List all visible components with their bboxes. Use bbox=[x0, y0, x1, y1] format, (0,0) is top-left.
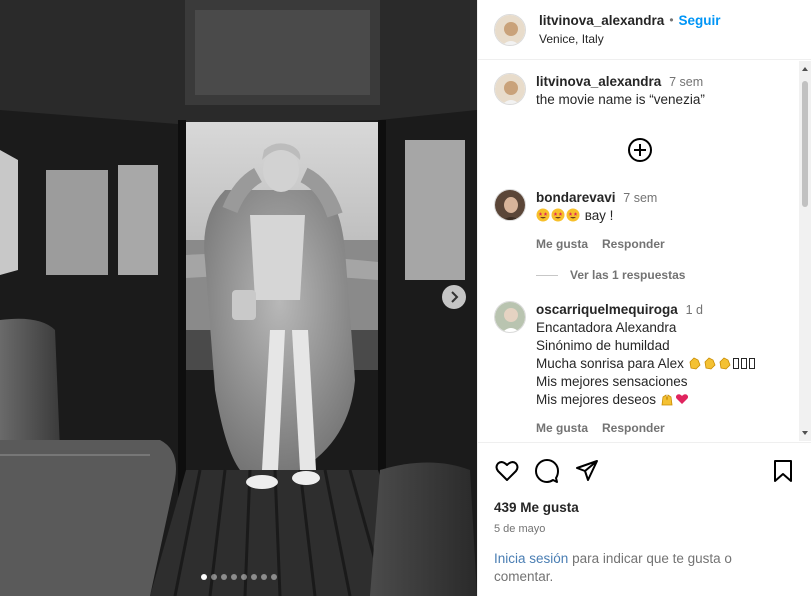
heart-icon[interactable] bbox=[494, 458, 520, 484]
follow-button[interactable]: Seguir bbox=[679, 12, 721, 29]
comment-time: 1 d bbox=[685, 303, 703, 317]
raising-hands-emoji bbox=[661, 394, 673, 406]
share-icon[interactable] bbox=[574, 458, 600, 484]
action-bar bbox=[494, 457, 796, 485]
caption-username[interactable]: litvinova_alexandra bbox=[536, 74, 661, 89]
comment-line: Encantadora Alexandra bbox=[536, 320, 677, 335]
reply-button[interactable]: Responder bbox=[602, 419, 665, 437]
carousel-dot bbox=[250, 574, 257, 580]
missing-glyph-box bbox=[732, 358, 739, 369]
avatar[interactable] bbox=[494, 189, 526, 221]
carousel-dot bbox=[200, 574, 207, 580]
comments-list[interactable]: litvinova_alexandra 7 sem the movie name… bbox=[478, 61, 811, 441]
bookmark-icon[interactable] bbox=[770, 458, 796, 484]
carousel-dot bbox=[240, 574, 247, 580]
avatar[interactable] bbox=[494, 73, 526, 105]
scroll-down-arrow[interactable] bbox=[802, 431, 808, 435]
comment-icon[interactable] bbox=[534, 458, 560, 484]
view-replies-label: Ver las 1 respuestas bbox=[570, 268, 686, 282]
avatar[interactable] bbox=[494, 13, 526, 46]
star-struck-emoji bbox=[536, 208, 550, 222]
view-replies-button[interactable]: Ver las 1 respuestas bbox=[536, 268, 685, 282]
star-struck-emoji bbox=[566, 208, 580, 222]
comment-line-with-emoji: Mucha sonrisa para Alex bbox=[536, 355, 757, 373]
separator: • bbox=[669, 12, 674, 27]
plus-circle-icon[interactable] bbox=[627, 137, 653, 163]
clapping-hands-emoji bbox=[719, 357, 731, 370]
carousel-dot bbox=[270, 574, 277, 580]
comment-line: Mis mejores sensaciones bbox=[536, 374, 688, 389]
avatar[interactable] bbox=[494, 301, 526, 333]
star-struck-emoji bbox=[551, 208, 565, 222]
carousel-dot bbox=[230, 574, 237, 580]
scroll-up-arrow[interactable] bbox=[802, 67, 808, 71]
post-photo[interactable] bbox=[0, 0, 477, 596]
comment-line: Sinónimo de humildad bbox=[536, 338, 670, 353]
comment-line: Mucha sonrisa para Alex bbox=[536, 356, 684, 371]
caption-text: the movie name is “venezia” bbox=[536, 92, 705, 107]
comment-line-with-emoji: Mis mejores deseos bbox=[536, 391, 757, 409]
missing-glyph-box bbox=[740, 358, 747, 369]
chevron-right-icon bbox=[451, 291, 459, 303]
author-username[interactable]: litvinova_alexandra bbox=[539, 12, 664, 29]
post-side-panel: litvinova_alexandra • Seguir Venice, Ita… bbox=[477, 0, 811, 596]
comment-text-body: вау ! bbox=[584, 208, 614, 223]
login-link[interactable]: Inicia sesión bbox=[494, 551, 568, 566]
photo-scene bbox=[0, 0, 477, 596]
missing-glyph-box bbox=[748, 358, 755, 369]
like-comment-button[interactable]: Me gusta bbox=[536, 235, 588, 253]
comment-text: вау ! bbox=[536, 207, 665, 225]
post-header: litvinova_alexandra • Seguir Venice, Ita… bbox=[478, 0, 811, 60]
caption: litvinova_alexandra 7 sem the movie name… bbox=[494, 73, 794, 109]
comment-item: bondarevavi 7 sem вау ! Me gusta Respond… bbox=[494, 189, 794, 253]
comment-line: Mis mejores deseos bbox=[536, 392, 657, 407]
divider bbox=[536, 274, 558, 276]
red-heart-emoji bbox=[675, 394, 688, 404]
likes-count[interactable]: 439 Me gusta bbox=[494, 500, 796, 515]
comments-scrollbar[interactable] bbox=[799, 61, 811, 441]
comment-username[interactable]: oscarriquelmequiroga bbox=[536, 302, 678, 317]
location-link[interactable]: Venice, Italy bbox=[539, 31, 721, 48]
comment-item: oscarriquelmequiroga 1 d Encantadora Ale… bbox=[494, 301, 794, 437]
carousel-dot bbox=[210, 574, 217, 580]
next-photo-button[interactable] bbox=[442, 285, 466, 309]
emoji-group bbox=[536, 208, 581, 223]
post-footer: 439 Me gusta 5 de mayo bbox=[478, 442, 811, 535]
login-prompt: Inicia sesión para indicar que te gusta … bbox=[494, 550, 794, 586]
scroll-thumb[interactable] bbox=[802, 81, 808, 207]
carousel-dot bbox=[220, 574, 227, 580]
clapping-hands-emoji bbox=[689, 357, 701, 370]
post-date[interactable]: 5 de mayo bbox=[494, 523, 796, 535]
caption-time: 7 sem bbox=[669, 75, 704, 89]
carousel-indicator bbox=[0, 574, 477, 580]
like-comment-button[interactable]: Me gusta bbox=[536, 419, 588, 437]
clapping-hands-emoji bbox=[704, 357, 716, 370]
comment-username[interactable]: bondarevavi bbox=[536, 190, 616, 205]
reply-button[interactable]: Responder bbox=[602, 235, 665, 253]
carousel-dot bbox=[260, 574, 267, 580]
comment-time: 7 sem bbox=[623, 191, 658, 205]
